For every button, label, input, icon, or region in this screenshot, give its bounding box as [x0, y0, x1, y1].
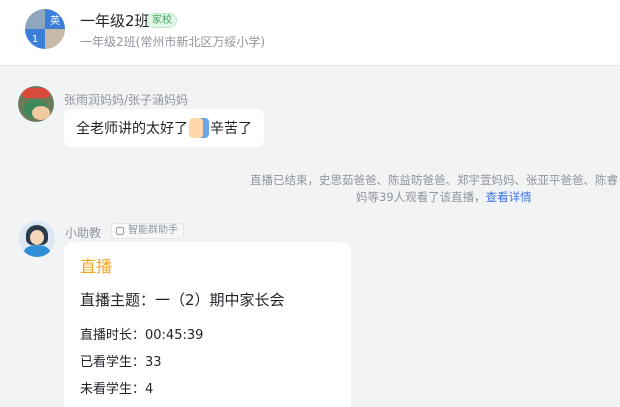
thumbs-up-icon [189, 118, 209, 138]
assistant-avatar[interactable] [19, 221, 55, 257]
live-ended-notice: 直播已结束，史思茹爸爸、陈益昉爸爸、郑宇萱妈妈、张亚平爸爸、陈睿 妈等39人观看… [250, 172, 620, 206]
sender-name: 张雨润妈妈/张子涵妈妈 [64, 93, 189, 107]
view-details-link[interactable]: 查看详情 [486, 190, 532, 204]
sender-name: 小助教 [65, 226, 102, 240]
robot-icon [116, 227, 124, 235]
group-title[interactable]: 一年级2班 [80, 10, 150, 31]
assistant-tag: 智能群助手 [111, 223, 184, 239]
parent-avatar[interactable] [18, 86, 54, 122]
group-avatar-cell: 1 [25, 29, 45, 49]
group-avatar[interactable]: 英 1 [25, 9, 65, 49]
message-text: 全老师讲的太好了 [76, 121, 188, 137]
group-avatar-cell [25, 9, 45, 29]
notice-line-2: 妈等39人观看了该直播，查看详情 [250, 189, 620, 206]
unwatched-students: 未看学生：4 [80, 382, 154, 397]
live-summary-card[interactable]: 直播 直播主题：一（2）期中家长会 直播时长：00:45:39 已看学生：33 … [64, 242, 351, 407]
notice-line: 妈等39人观看了该直播， [356, 190, 486, 204]
message-bubble[interactable]: 全老师讲的太好了 辛苦了 [64, 109, 264, 147]
live-duration: 直播时长：00:45:39 [80, 328, 204, 343]
live-topic: 直播主题：一（2）期中家长会 [80, 291, 285, 309]
assistant-tag-label: 智能群助手 [128, 225, 178, 236]
live-label: 直播 [80, 257, 113, 276]
message-text: 辛苦了 [210, 121, 252, 137]
school-badge: 家校 [147, 13, 177, 28]
notice-line: 直播已结束，史思茹爸爸、陈益昉爸爸、郑宇萱妈妈、张亚平爸爸、陈睿 [250, 173, 618, 187]
group-subtitle: 一年级2班(常州市新北区万绥小学) [80, 35, 265, 49]
watched-students: 已看学生：33 [80, 355, 162, 370]
group-avatar-cell: 英 [45, 9, 65, 29]
group-avatar-cell [45, 29, 65, 49]
chat-header: 英 1 一年级2班 家校 一年级2班(常州市新北区万绥小学) [0, 0, 620, 66]
